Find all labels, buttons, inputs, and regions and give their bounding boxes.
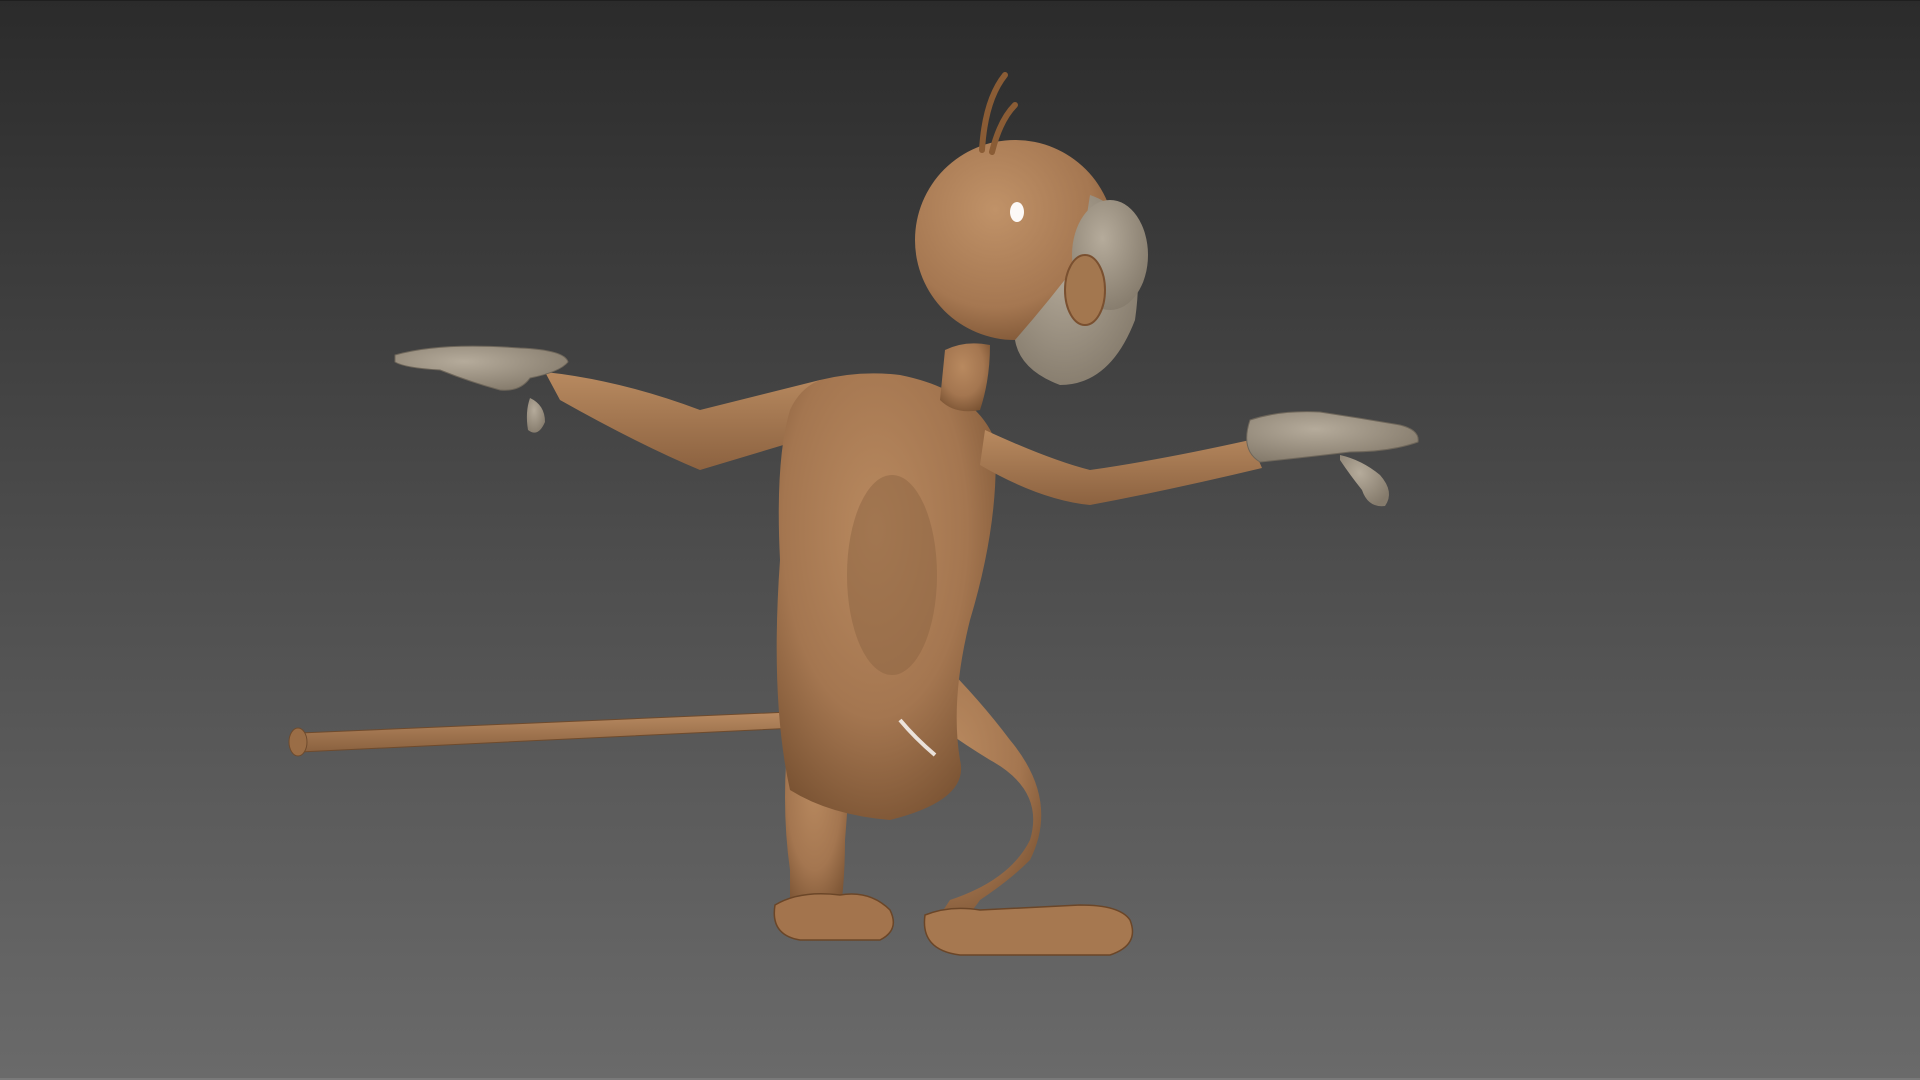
monkey-model-render[interactable] [0,0,1920,1080]
tail [288,711,798,757]
right-arm [980,430,1262,505]
right-hand [1246,411,1419,507]
left-arm [545,372,823,470]
torso [776,373,996,820]
3d-viewport[interactable] [0,0,1920,1080]
neck [940,343,990,412]
left-hand [394,345,569,433]
head-specular [1010,202,1024,222]
